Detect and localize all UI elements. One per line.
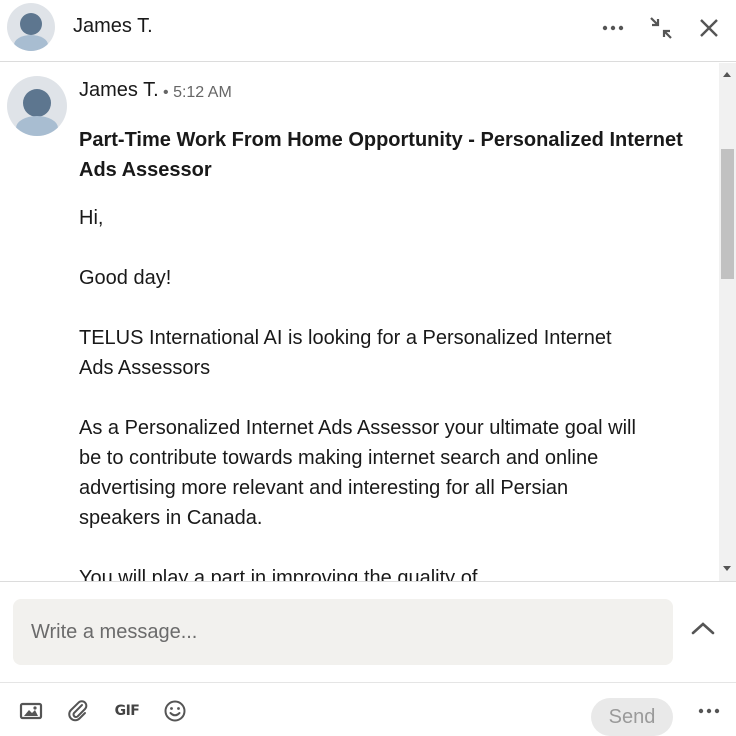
composer-toolbar: GIF Send [0,684,736,736]
minimize-button[interactable] [643,12,679,44]
message-input[interactable] [13,599,673,665]
sender-name[interactable]: James T. [79,79,159,102]
sender-avatar[interactable] [7,76,67,136]
paperclip-icon [68,700,88,722]
message-paragraph: Hi, [79,207,104,229]
more-icon [602,25,624,31]
message-thread[interactable]: James T. • 5:12 AM Part-Time Work From H… [0,63,736,582]
conversation-header: James T. [0,0,736,62]
close-button[interactable] [691,12,727,44]
message-paragraph: TELUS International AI is looking for a … [79,327,612,379]
message-body: Hi, Good day! TELUS International AI is … [79,203,639,582]
attach-file-button[interactable] [65,698,91,724]
scroll-down-arrow[interactable] [723,566,731,571]
close-icon [700,19,718,37]
message-time: • 5:12 AM [163,84,232,102]
message-subject: Part-Time Work From Home Opportunity - P… [79,129,683,181]
more-icon [698,708,720,714]
message-paragraph: As a Personalized Internet Ads Assessor … [79,417,636,529]
message-paragraph: Good day! [79,267,172,289]
more-options-button[interactable] [595,12,631,44]
header-avatar[interactable] [7,3,55,51]
time-value: 5:12 AM [173,84,232,101]
composer-area [0,583,736,683]
scroll-up-arrow[interactable] [723,72,731,77]
attach-image-button[interactable] [18,698,44,724]
time-separator: • [163,84,169,101]
image-icon [19,702,43,720]
expand-composer-button[interactable] [686,613,720,643]
gif-button[interactable]: GIF [112,698,142,724]
scrollbar[interactable] [719,63,736,581]
chevron-up-icon [691,622,715,635]
emoji-icon [164,700,186,722]
message-paragraph: You will play a part in improving the qu… [79,567,478,582]
composer-more-options-button[interactable] [697,698,721,724]
emoji-button[interactable] [162,698,188,724]
header-contact-name[interactable]: James T. [73,15,153,38]
minimize-icon [650,17,672,39]
scroll-thumb[interactable] [721,149,734,279]
gif-label: GIF [114,703,140,719]
send-button[interactable]: Send [591,698,673,736]
